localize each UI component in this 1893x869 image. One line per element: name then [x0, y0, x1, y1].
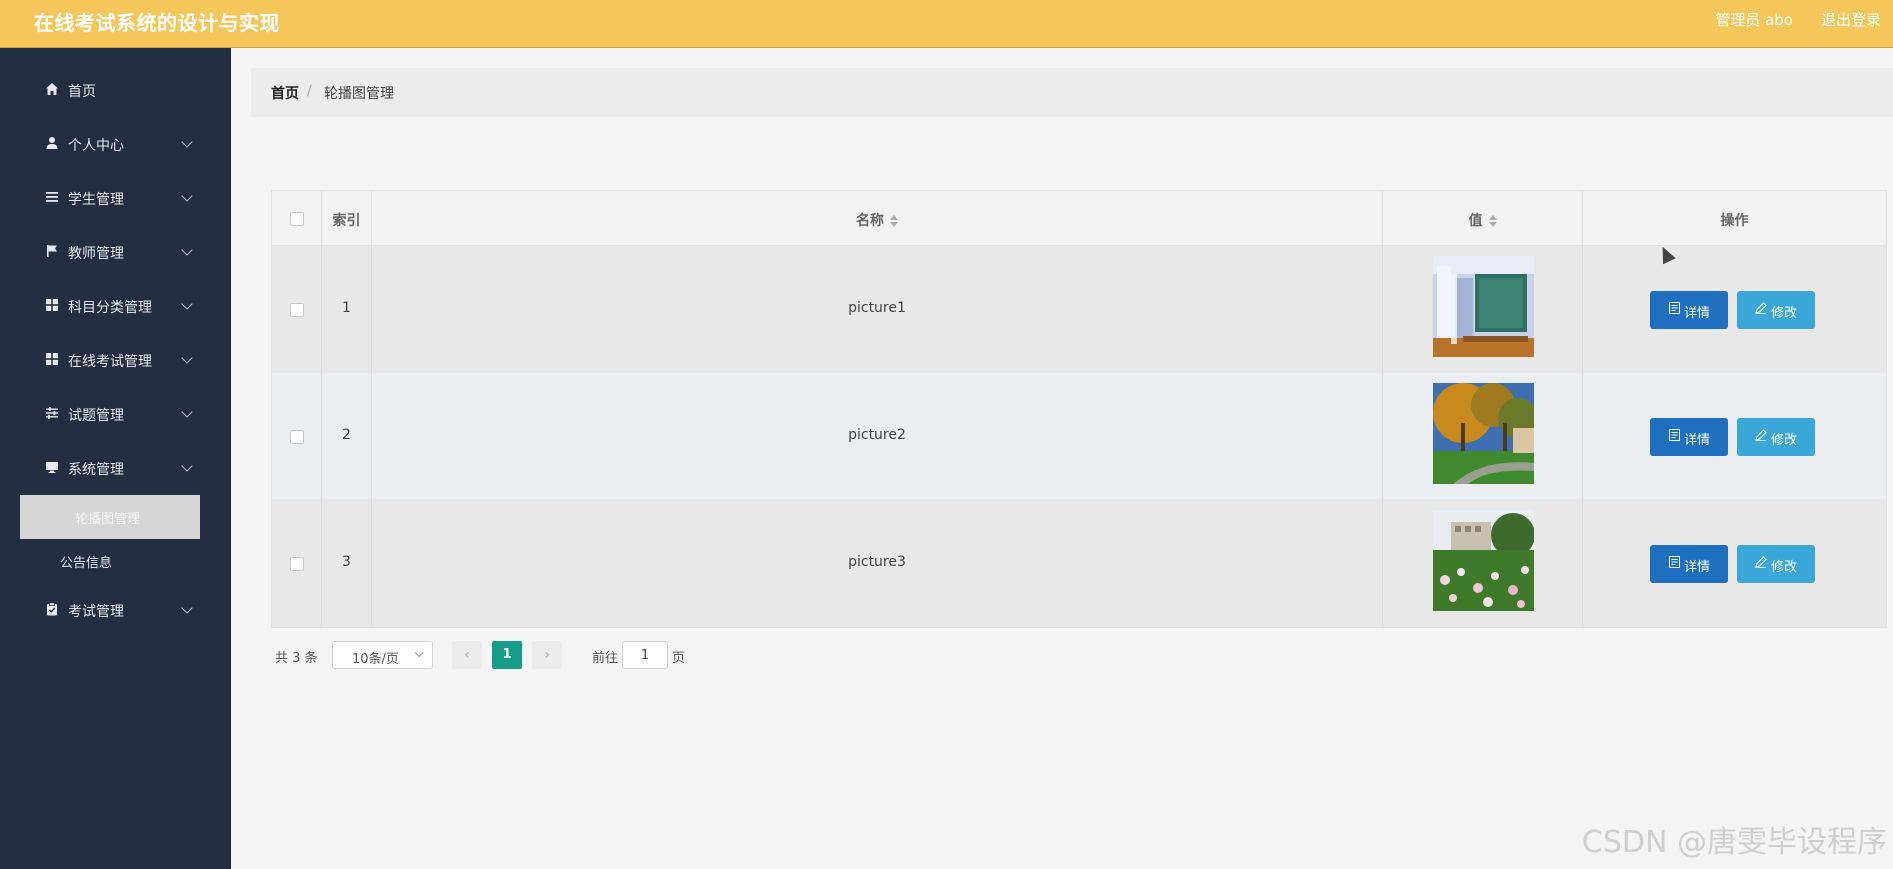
grid-icon [44, 298, 60, 314]
column-header-index: 索引 [322, 191, 372, 246]
table-row: 1 picture1 详情 修改 [272, 246, 1886, 373]
chevron-down-icon [181, 602, 193, 614]
sidebar-item-label: 考试管理 [68, 604, 124, 620]
sidebar-subitem-label: 公告信息 [60, 556, 113, 571]
sliders-icon [44, 406, 60, 422]
column-header-name[interactable]: 名称 [372, 191, 1383, 246]
edit-button[interactable]: 修改 [1737, 291, 1815, 329]
page-suffix-label: 页 [672, 651, 686, 666]
sidebar-item-home[interactable]: 首页 [0, 70, 231, 110]
home-icon [44, 82, 60, 98]
chevron-down-icon [414, 648, 424, 658]
page-size-select[interactable]: 10条/页 [332, 641, 433, 669]
breadcrumb-current: 轮播图管理 [324, 86, 394, 102]
sidebar-item-label: 首页 [68, 84, 96, 100]
list-icon [44, 190, 60, 206]
column-header-value[interactable]: 值 [1383, 191, 1583, 246]
row-index: 2 [342, 427, 351, 443]
detail-button[interactable]: 详情 [1650, 418, 1728, 456]
chevron-down-icon [181, 244, 193, 256]
document-icon [1666, 302, 1682, 318]
sidebar-item-label: 科目分类管理 [68, 300, 152, 316]
user-icon [44, 136, 60, 152]
breadcrumb-home-link[interactable]: 首页 [271, 83, 299, 103]
table-header: 索引 名称 值 操作 [272, 191, 1886, 246]
sidebar-item-question-management[interactable]: 试题管理 [0, 394, 231, 434]
logout-link[interactable]: 退出登录 [1821, 9, 1881, 30]
page-size-value: 10条/页 [352, 652, 399, 667]
top-header: 在线考试系统的设计与实现 管理员 abo 退出登录 [0, 0, 1893, 48]
chevron-down-icon [181, 190, 193, 202]
clipboard-icon [44, 602, 60, 618]
next-page-button[interactable]: › [532, 641, 562, 669]
pencil-icon [1753, 429, 1769, 445]
flowers-building-photo[interactable] [1433, 510, 1534, 611]
sidebar: 首页 个人中心 学生管理 教师管理 科目分类管理 在线考试管理 试题管理 系统管… [0, 48, 231, 869]
sidebar-item-label: 系统管理 [68, 462, 124, 478]
sidebar-item-system-management[interactable]: 系统管理 [0, 448, 231, 488]
goto-label: 前往 [592, 651, 619, 666]
chevron-down-icon [181, 460, 193, 472]
column-header-name-label: 名称 [856, 213, 884, 229]
column-header-actions: 操作 [1720, 213, 1749, 229]
chevron-down-icon [181, 136, 193, 148]
goto-page-input[interactable] [622, 641, 668, 669]
pagination-total: 共 3 条 [275, 651, 318, 666]
admin-user-label: 管理员 abo [1715, 11, 1793, 29]
grid-icon [44, 352, 60, 368]
classroom-photo[interactable] [1433, 256, 1534, 357]
chevron-down-icon [181, 298, 193, 310]
breadcrumb: 首页 / 轮播图管理 [251, 68, 1893, 117]
sidebar-item-online-exam-management[interactable]: 在线考试管理 [0, 340, 231, 380]
monitor-icon [44, 460, 60, 476]
sidebar-item-label: 试题管理 [68, 408, 124, 424]
row-checkbox[interactable] [290, 430, 304, 444]
sidebar-item-subject-category-management[interactable]: 科目分类管理 [0, 286, 231, 326]
chevron-down-icon [181, 406, 193, 418]
watermark: CSDN @唐雯毕设程序 [1581, 825, 1887, 860]
select-all-checkbox[interactable] [290, 212, 304, 226]
document-icon [1666, 556, 1682, 572]
sort-icon[interactable] [1488, 215, 1497, 227]
page-number-button[interactable]: 1 [492, 641, 522, 669]
table-row: 2 picture2 详情 修改 [272, 373, 1886, 500]
table-row: 3 picture3 详情 修改 [272, 500, 1886, 627]
chevron-down-icon [181, 352, 193, 364]
row-name: picture1 [848, 300, 906, 316]
sidebar-item-exam-management[interactable]: 考试管理 [0, 590, 231, 630]
row-name: picture3 [848, 554, 906, 570]
pencil-icon [1753, 556, 1769, 572]
flag-icon [44, 244, 60, 260]
sidebar-item-label: 个人中心 [68, 138, 124, 154]
sidebar-item-teacher-management[interactable]: 教师管理 [0, 232, 231, 272]
sidebar-item-label: 教师管理 [68, 246, 124, 262]
sidebar-item-label: 学生管理 [68, 192, 124, 208]
sidebar-item-student-management[interactable]: 学生管理 [0, 178, 231, 218]
carousel-table: 索引 名称 值 操作 1 picture1 详情 修改 2 picture2 详… [271, 190, 1887, 628]
row-index: 3 [342, 554, 351, 570]
sidebar-item-personal-center[interactable]: 个人中心 [0, 124, 231, 164]
campus-trees-photo[interactable] [1433, 383, 1534, 484]
sidebar-subitem-carousel-management[interactable]: 轮播图管理 [20, 495, 200, 539]
row-checkbox[interactable] [290, 303, 304, 317]
detail-button[interactable]: 详情 [1650, 545, 1728, 583]
prev-page-button[interactable]: ‹ [452, 641, 482, 669]
detail-button[interactable]: 详情 [1650, 291, 1728, 329]
row-name: picture2 [848, 427, 906, 443]
document-icon [1666, 429, 1682, 445]
column-header-value-label: 值 [1468, 213, 1483, 229]
row-index: 1 [342, 300, 351, 316]
edit-button[interactable]: 修改 [1737, 418, 1815, 456]
row-checkbox[interactable] [290, 557, 304, 571]
sort-icon[interactable] [890, 215, 898, 227]
sidebar-subitem-label: 轮播图管理 [75, 512, 141, 527]
breadcrumb-separator: / [307, 83, 312, 99]
sidebar-item-label: 在线考试管理 [68, 354, 152, 370]
app-title: 在线考试系统的设计与实现 [34, 11, 280, 35]
pagination: 共 3 条 10条/页 ‹ 1 › 前往 页 [271, 640, 1071, 670]
pencil-icon [1753, 302, 1769, 318]
edit-button[interactable]: 修改 [1737, 545, 1815, 583]
sidebar-subitem-announcements[interactable]: 公告信息 [20, 539, 200, 583]
header-select-cell [272, 191, 322, 246]
